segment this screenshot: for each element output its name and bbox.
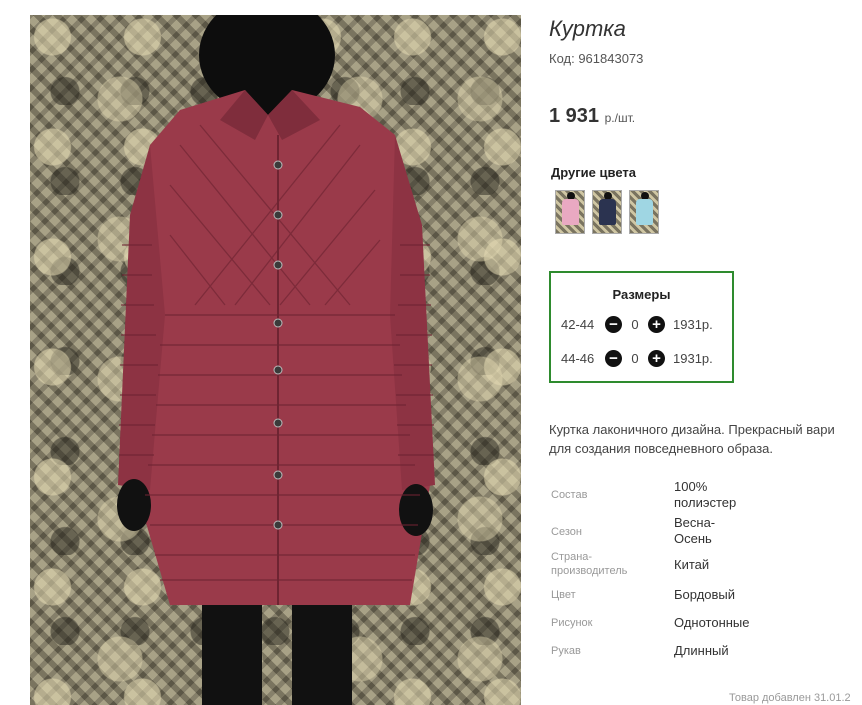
- property-value: Весна- Осень: [674, 515, 716, 546]
- sizes-panel: Размеры 42-44 − 0 + 1931р. 44-46 − 0 + 1…: [549, 271, 734, 383]
- product-price: 1 931 р./шт.: [549, 105, 635, 128]
- size-price: 1931р.: [673, 316, 713, 332]
- quantity-value[interactable]: 0: [622, 351, 648, 366]
- price-unit: р./шт.: [604, 111, 636, 125]
- color-swatch-navy[interactable]: [592, 190, 622, 234]
- product-code: Код: 961843073: [549, 51, 644, 66]
- description-line: для создания повседневного образа.: [549, 441, 774, 456]
- size-label: 42-44: [561, 316, 595, 332]
- property-value: 100% полиэстер: [674, 479, 737, 510]
- minus-button[interactable]: −: [605, 349, 622, 367]
- property-label: Страна- производитель: [551, 551, 628, 577]
- property-label: Сезон: [551, 526, 582, 538]
- size-label: 44-46: [561, 350, 595, 366]
- property-value: Бордовый: [674, 587, 736, 602]
- added-date: Товар добавлен 31.01.2: [729, 692, 851, 704]
- property-label: Состав: [551, 489, 588, 501]
- coat-illustration: [117, 15, 435, 705]
- product-title: Куртка: [549, 16, 626, 41]
- sizes-title: Размеры: [612, 287, 671, 302]
- other-colors-label: Другие цвета: [551, 165, 636, 180]
- quantity-value[interactable]: 0: [622, 317, 648, 332]
- size-price: 1931р.: [673, 350, 713, 366]
- property-value: Однотонные: [674, 615, 750, 630]
- property-value: Длинный: [674, 643, 729, 658]
- property-label: Цвет: [551, 589, 576, 601]
- color-swatch-pink[interactable]: [555, 190, 585, 234]
- plus-button[interactable]: +: [648, 349, 665, 367]
- property-label: Рисунок: [551, 617, 593, 629]
- property-value: Китай: [674, 557, 710, 572]
- product-description: Куртка лаконичного дизайна. Прекрасный в…: [549, 420, 862, 458]
- description-line: Куртка лаконичного дизайна. Прекрасный в…: [549, 422, 835, 437]
- color-swatch-light-blue[interactable]: [629, 190, 659, 234]
- property-label: Рукав: [551, 645, 581, 657]
- size-row: 42-44 − 0 + 1931р.: [561, 314, 713, 334]
- price-value: 1 931: [549, 105, 600, 127]
- plus-button[interactable]: +: [648, 315, 665, 333]
- product-image[interactable]: [30, 15, 521, 705]
- minus-button[interactable]: −: [605, 315, 622, 333]
- color-swatches: [555, 190, 659, 234]
- size-row: 44-46 − 0 + 1931р.: [561, 348, 713, 368]
